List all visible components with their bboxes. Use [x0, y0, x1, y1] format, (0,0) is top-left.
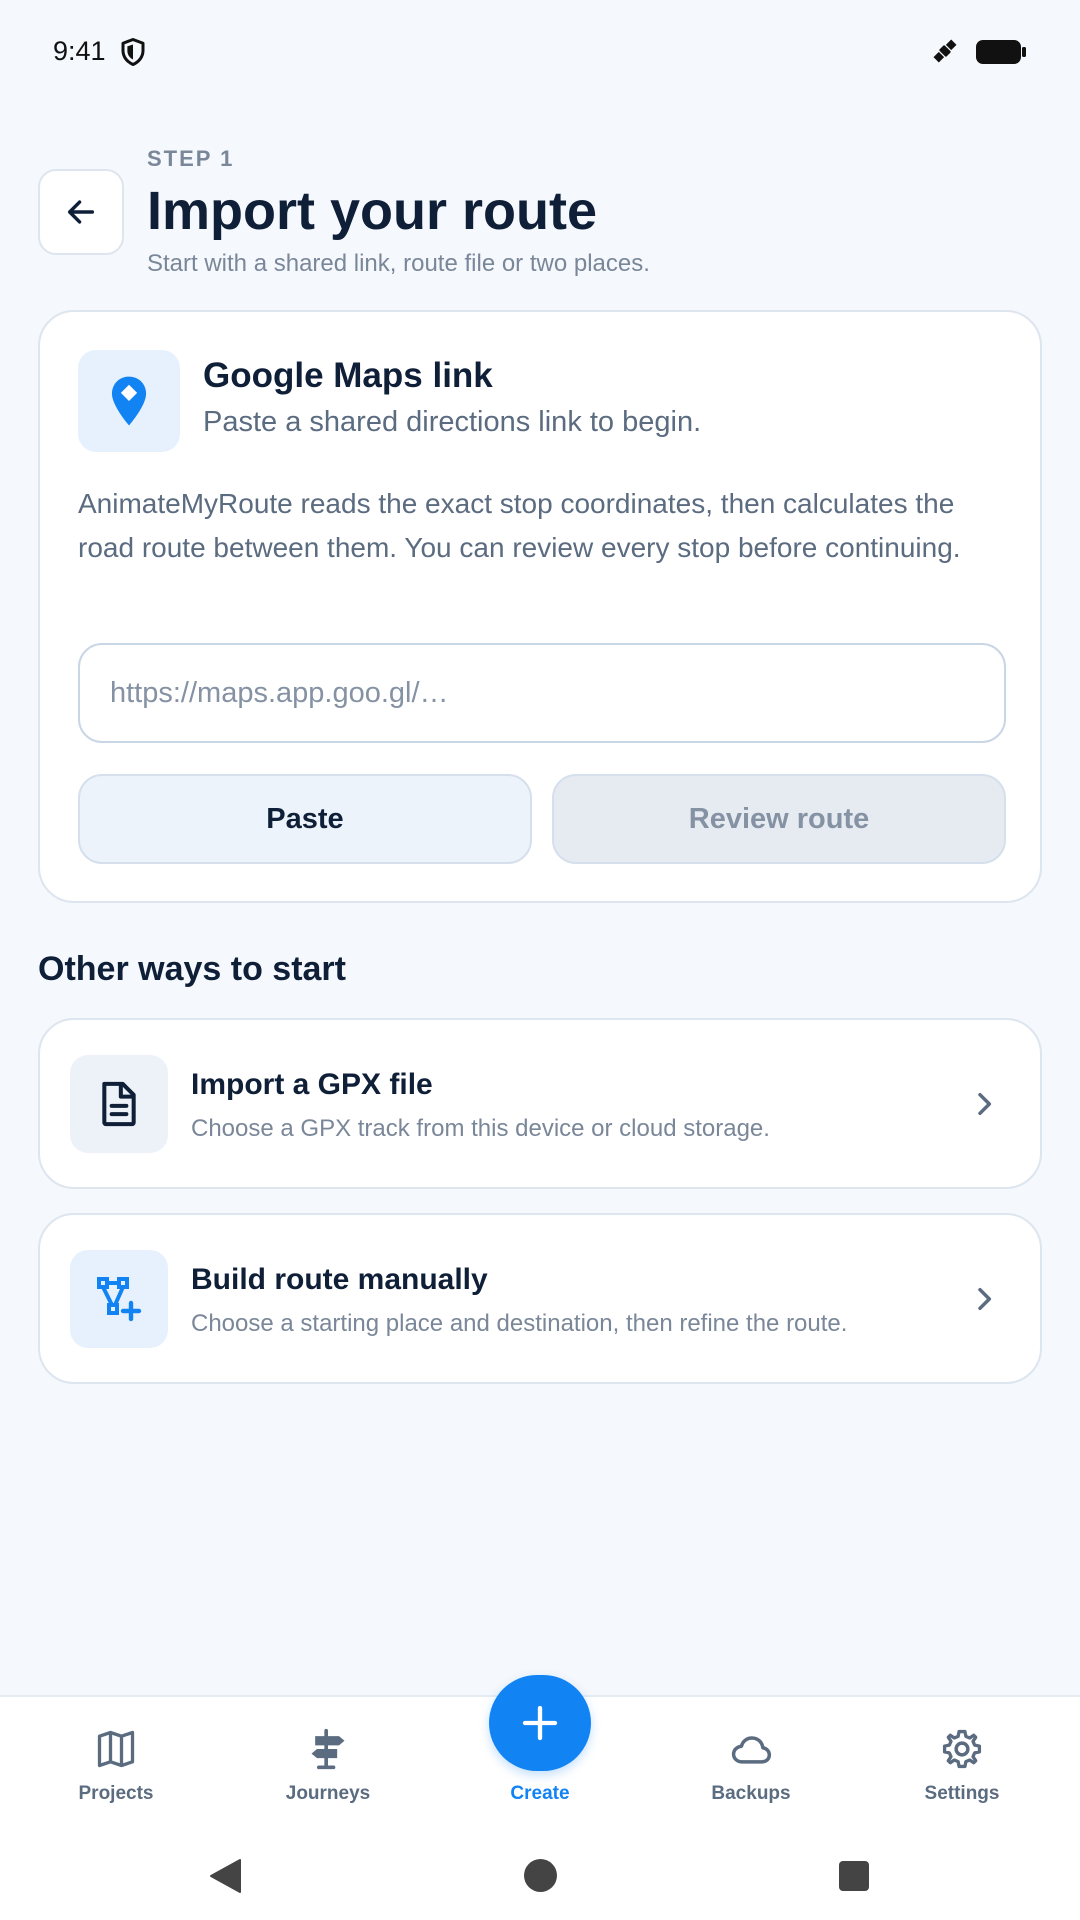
- card-subtitle: Paste a shared directions link to begin.: [203, 406, 702, 438]
- gear-icon: [942, 1729, 982, 1769]
- arrow-left-icon: [67, 200, 95, 224]
- maps-link-input[interactable]: [78, 643, 1006, 743]
- paste-button[interactable]: Paste: [78, 774, 532, 864]
- satellite-icon: [933, 39, 957, 63]
- back-button[interactable]: [38, 169, 124, 255]
- shield-icon: [121, 38, 145, 66]
- nav-journeys[interactable]: Journeys: [248, 1727, 408, 1837]
- import-gpx-option[interactable]: Import a GPX file Choose a GPX track fro…: [38, 1018, 1042, 1189]
- chevron-right-icon: [978, 1287, 992, 1311]
- option-title: Build route manually: [191, 1263, 488, 1296]
- cloud-icon: [731, 1736, 772, 1764]
- nav-label: Create: [510, 1783, 570, 1804]
- document-icon: [102, 1081, 136, 1127]
- signpost-icon: [311, 1728, 345, 1770]
- battery-icon: [976, 40, 1026, 64]
- chevron-right-icon: [978, 1092, 992, 1116]
- system-home-icon[interactable]: [524, 1859, 557, 1892]
- nav-label: Projects: [78, 1783, 154, 1804]
- nav-backups[interactable]: Backups: [671, 1727, 831, 1837]
- system-back-icon[interactable]: [208, 1858, 242, 1894]
- plus-icon: [522, 1705, 558, 1741]
- other-ways-heading: Other ways to start: [38, 950, 346, 988]
- map-icon: [97, 1730, 135, 1768]
- card-title: Google Maps link: [203, 356, 493, 395]
- option-icon-container: [70, 1250, 168, 1348]
- google-maps-card: Google Maps link Paste a shared directio…: [38, 310, 1042, 903]
- review-route-button[interactable]: Review route: [552, 774, 1006, 864]
- option-description: Choose a starting place and destination,…: [191, 1310, 848, 1337]
- nav-settings[interactable]: Settings: [882, 1727, 1042, 1837]
- page-subtitle: Start with a shared link, route file or …: [147, 250, 650, 277]
- status-time: 9:41: [53, 36, 106, 66]
- option-description: Choose a GPX track from this device or c…: [191, 1115, 770, 1142]
- card-description: AnimateMyRoute reads the exact stop coor…: [78, 488, 961, 563]
- step-label: STEP 1: [147, 146, 235, 171]
- create-fab-button[interactable]: [489, 1675, 591, 1771]
- nav-label: Settings: [924, 1783, 1000, 1804]
- map-pin-icon: [111, 376, 147, 426]
- nav-label: Backups: [711, 1783, 791, 1804]
- status-bar: 9:41: [0, 0, 1080, 104]
- nav-label: Journeys: [285, 1783, 371, 1804]
- page-title: Import your route: [147, 181, 598, 241]
- nav-projects[interactable]: Projects: [36, 1727, 196, 1837]
- build-route-option[interactable]: Build route manually Choose a starting p…: [38, 1213, 1042, 1384]
- route-add-icon: [97, 1277, 142, 1322]
- option-icon-container: [70, 1055, 168, 1153]
- nav-create[interactable]: Create: [460, 1675, 620, 1805]
- option-title: Import a GPX file: [191, 1068, 433, 1101]
- system-recents-icon[interactable]: [839, 1861, 869, 1891]
- card-icon-container: [78, 350, 180, 452]
